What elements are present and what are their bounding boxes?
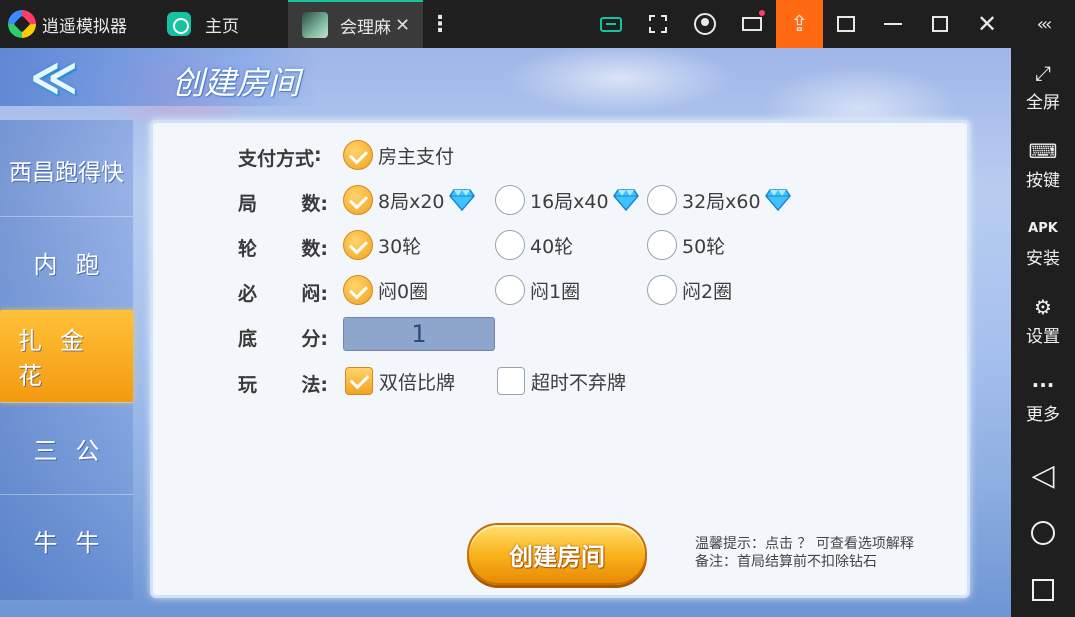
payment-label: 支付方式: (238, 144, 322, 170)
emulator-title-bar: 逍遥模拟器 主页 会理麻 ✕ ⋮ ⇪ ✕ ‹‹‹ (0, 0, 1075, 48)
keyboard-icon: ⌨ (1028, 139, 1058, 163)
option-turns-30[interactable]: 30轮 (343, 229, 421, 261)
tab-sangong[interactable]: 三公 (0, 402, 133, 494)
tab-game[interactable]: 会理麻 ✕ (288, 0, 423, 48)
checkbox-checked-icon (345, 367, 373, 395)
multi-window-icon[interactable] (823, 0, 869, 48)
create-room-button[interactable]: 创建房间 (467, 523, 647, 585)
base-score-label: 底分: (238, 328, 328, 350)
tab-xichang-paodekuai[interactable]: 西昌跑得快 (0, 124, 133, 216)
option-rounds-8[interactable]: 8局x20 (343, 184, 475, 216)
rounds-label: 局数: (238, 193, 328, 215)
tab-game-label: 会理麻 (340, 17, 391, 38)
option-double-compare[interactable]: 双倍比牌 (345, 365, 455, 397)
radio-selected-icon (343, 275, 373, 305)
sidebar-item-label: 按键 (1026, 171, 1060, 191)
back-arrow-icon: ≪ (30, 50, 78, 104)
radio-selected-icon (343, 185, 373, 215)
app-title: 逍遥模拟器 (42, 16, 127, 37)
checkbox-unchecked-icon (497, 367, 525, 395)
diamond-icon (448, 189, 475, 211)
option-timeout-no-fold[interactable]: 超时不弃牌 (497, 365, 626, 397)
option-rounds-16[interactable]: 16局x40 (495, 184, 639, 216)
game-type-tabs: 西昌跑得快 内跑 扎金花 三公 牛牛 (0, 120, 133, 600)
emulator-sidebar: ⤢ 全屏 ⌨ 按键 APK 安装 ⚙ 设置 ··· 更多 ◁ (1011, 48, 1075, 617)
nav-recent-button[interactable] (1011, 574, 1075, 609)
collapse-sidebar-icon[interactable]: ‹‹‹ (1020, 0, 1066, 48)
page-title: 创建房间 (172, 64, 301, 102)
turns-label: 轮数: (238, 238, 328, 260)
maximize-button[interactable] (917, 0, 963, 48)
sidebar-item-settings[interactable]: ⚙ 设置 (1011, 292, 1075, 347)
sidebar-item-install[interactable]: APK 安装 (1011, 214, 1075, 269)
gear-icon: ⚙ (1034, 295, 1052, 319)
tab-home[interactable]: 主页 (155, 0, 285, 48)
radio-unselected-icon (495, 185, 525, 215)
radio-unselected-icon (647, 185, 677, 215)
nav-home-button[interactable] (1011, 518, 1075, 553)
tab-neipao[interactable]: 内跑 (0, 216, 133, 308)
note-line: 备注：首局结算前不扣除钻石 (695, 554, 877, 570)
game-screen: ≪ 创建房间 西昌跑得快 内跑 扎金花 三公 牛牛 支付方式: 房主支付 局数:… (0, 48, 1011, 617)
sidebar-item-more[interactable]: ··· 更多 (1011, 370, 1075, 425)
base-score-field[interactable]: 1 (343, 317, 495, 351)
user-icon[interactable] (682, 0, 728, 48)
radio-selected-icon (343, 230, 373, 260)
close-button[interactable]: ✕ (964, 0, 1010, 48)
option-blind-0[interactable]: 闷0圈 (343, 274, 428, 306)
tab-home-label: 主页 (205, 16, 239, 37)
tab-menu-icon[interactable]: ⋮ (429, 0, 451, 48)
circle-icon (1031, 521, 1055, 545)
sidebar-item-label: 安装 (1026, 249, 1060, 269)
radio-unselected-icon (647, 275, 677, 305)
screenshot-icon[interactable] (635, 0, 681, 48)
keymap-icon[interactable] (588, 0, 634, 48)
play-rules-label: 玩法: (238, 374, 328, 396)
radio-unselected-icon (495, 230, 525, 260)
sidebar-item-label: 设置 (1026, 327, 1060, 347)
more-icon: ··· (1031, 373, 1055, 397)
option-turns-40[interactable]: 40轮 (495, 229, 573, 261)
create-room-panel: 支付方式: 房主支付 局数: 8局x20 16局x40 32局x60 轮数: 3… (150, 120, 970, 598)
option-turns-50[interactable]: 50轮 (647, 229, 725, 261)
sidebar-item-label: 更多 (1026, 405, 1060, 425)
radio-selected-icon (343, 140, 373, 170)
sidebar-item-fullscreen[interactable]: ⤢ 全屏 (1011, 58, 1075, 113)
notification-dot (759, 10, 765, 16)
fullscreen-icon: ⤢ (1035, 61, 1051, 85)
diamond-icon (612, 189, 639, 211)
diamond-icon (764, 189, 791, 211)
nav-back-button[interactable]: ◁ (1011, 458, 1075, 493)
home-app-icon (167, 12, 191, 36)
minimize-button[interactable] (870, 0, 916, 48)
option-blind-1[interactable]: 闷1圈 (495, 274, 580, 306)
tips-text: 温馨提示：点击 ？ 可查看选项解释 备注：首局结算前不扣除钻石 (695, 535, 914, 571)
option-blind-2[interactable]: 闷2圈 (647, 274, 732, 306)
emulator-logo-icon (8, 10, 36, 38)
option-rounds-32[interactable]: 32局x60 (647, 184, 791, 216)
sidebar-item-label: 全屏 (1026, 93, 1060, 113)
apk-icon: APK (1028, 221, 1058, 236)
radio-unselected-icon (495, 275, 525, 305)
tab-close-icon[interactable]: ✕ (395, 15, 410, 36)
mail-icon[interactable] (729, 0, 775, 48)
back-button[interactable]: ≪ (30, 50, 100, 104)
radio-unselected-icon (647, 230, 677, 260)
option-owner-pay[interactable]: 房主支付 (343, 139, 454, 171)
tab-zhajinhua[interactable]: 扎金花 (0, 310, 133, 402)
tab-niuniu[interactable]: 牛牛 (0, 494, 133, 586)
tip-line: 温馨提示：点击 ？ 可查看选项解释 (695, 536, 914, 552)
blind-label: 必闷: (238, 283, 328, 305)
upload-icon[interactable]: ⇪ (776, 0, 823, 48)
game-thumbnail-icon (302, 12, 328, 38)
square-icon (1032, 579, 1054, 601)
sidebar-item-keys[interactable]: ⌨ 按键 (1011, 136, 1075, 191)
